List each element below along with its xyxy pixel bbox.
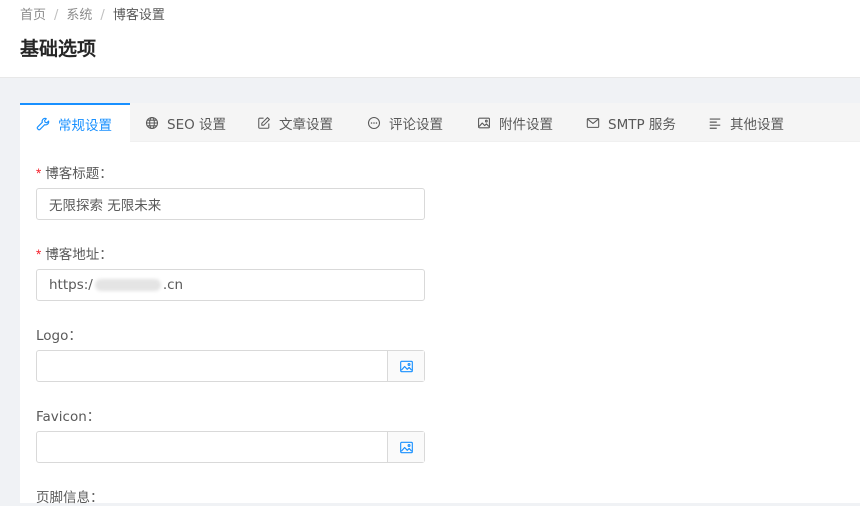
breadcrumb-system[interactable]: 系统 <box>66 8 92 23</box>
required-mark: * <box>36 166 42 181</box>
footer-label: 页脚信息： <box>36 490 104 506</box>
settings-tabs: 常规设置 SEO 设置 文章设置 评论设置 附件设置 SMTP 服务 其他设置 <box>20 103 860 142</box>
tab-label: SEO 设置 <box>167 116 227 133</box>
logo-label: Logo： <box>36 328 82 344</box>
favicon-input[interactable] <box>37 432 388 462</box>
tab-attachment[interactable]: 附件设置 <box>477 103 553 142</box>
blog-url-label: * 博客地址： <box>36 243 113 263</box>
tab-label: SMTP 服务 <box>608 116 676 133</box>
settings-card: 常规设置 SEO 设置 文章设置 评论设置 附件设置 SMTP 服务 其他设置 <box>20 103 860 506</box>
logo-input-group <box>36 350 425 382</box>
favicon-label: Favicon： <box>36 409 101 425</box>
tab-comment[interactable]: 评论设置 <box>367 103 443 142</box>
tab-seo[interactable]: SEO 设置 <box>145 103 226 142</box>
image-icon <box>478 117 490 128</box>
page-header: 首页 / 系统 / 博客设置 基础选项 <box>0 0 860 78</box>
breadcrumb-home[interactable]: 首页 <box>20 8 46 23</box>
breadcrumb-separator: / <box>54 8 59 23</box>
page-title: 基础选项 <box>20 38 97 60</box>
blog-url-label-text: 博客地址： <box>45 247 113 263</box>
tab-label: 附件设置 <box>499 116 553 133</box>
logo-input[interactable] <box>37 351 388 381</box>
blog-url-input[interactable]: https:/ .cn <box>36 269 425 301</box>
globe-icon <box>145 116 159 129</box>
blog-title-label-text: 博客标题： <box>45 166 113 182</box>
tab-label: 评论设置 <box>389 116 443 133</box>
blog-title-value: 无限探索 无限未来 <box>49 198 162 214</box>
blog-url-suffix: .cn <box>162 277 184 293</box>
tab-label: 文章设置 <box>279 116 333 133</box>
breadcrumb-current: 博客设置 <box>112 8 165 23</box>
blog-title-label: * 博客标题： <box>36 162 113 182</box>
redacted-blur <box>94 279 161 291</box>
favicon-picker-button[interactable] <box>387 432 424 462</box>
blog-url-prefix: https:/ <box>49 277 93 293</box>
wrench-icon <box>36 117 50 130</box>
tab-label: 其他设置 <box>730 116 784 133</box>
image-picker-icon <box>399 441 413 453</box>
tab-label: 常规设置 <box>58 117 112 134</box>
tab-article[interactable]: 文章设置 <box>257 103 333 142</box>
tab-smtp[interactable]: SMTP 服务 <box>586 103 676 142</box>
edit-icon <box>258 116 270 129</box>
breadcrumb: 首页 / 系统 / 博客设置 <box>20 4 165 23</box>
blog-title-input[interactable]: 无限探索 无限未来 <box>36 188 425 220</box>
align-left-icon <box>709 117 721 129</box>
favicon-input-group <box>36 431 425 463</box>
mail-icon <box>586 117 600 128</box>
breadcrumb-separator: / <box>100 8 105 23</box>
tab-other[interactable]: 其他设置 <box>708 103 784 142</box>
logo-picker-button[interactable] <box>387 351 424 381</box>
required-mark: * <box>36 247 42 262</box>
comment-icon <box>367 116 381 129</box>
image-picker-icon <box>399 360 413 372</box>
tab-general[interactable]: 常规设置 <box>20 103 130 142</box>
